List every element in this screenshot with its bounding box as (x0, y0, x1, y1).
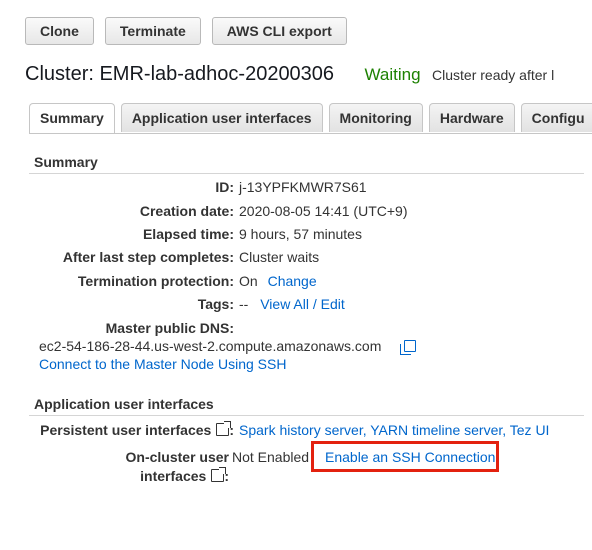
clone-button[interactable]: Clone (25, 17, 94, 45)
creation-date-row: Creation date: 2020-08-05 14:41 (UTC+9) (0, 201, 592, 221)
id-row: ID: j-13YPFKMWR7S61 (0, 177, 592, 197)
tags-label: Tags: (197, 296, 234, 312)
terminate-button[interactable]: Terminate (104, 17, 201, 45)
elapsed-time-value: 9 hours, 57 minutes (239, 226, 362, 242)
master-dns-label: Master public DNS: (105, 320, 234, 336)
master-dns-value-row: ec2-54-186-28-44.us-west-2.compute.amazo… (0, 336, 592, 356)
copy-icon[interactable] (400, 340, 416, 355)
elapsed-time-row: Elapsed time: 9 hours, 57 minutes (0, 224, 592, 244)
cluster-status-message: Cluster ready after l (432, 66, 555, 83)
on-cluster-ui-row: On-cluster user Not Enabled Enable an SS… (0, 447, 592, 467)
persistent-ui-label-group: Persistent user interfaces: (40, 420, 234, 440)
connect-ssh-link[interactable]: Connect to the Master Node Using SSH (39, 354, 286, 374)
tab-configurations[interactable]: Configu (520, 103, 592, 132)
termination-protection-value: On Change (239, 271, 317, 291)
tab-divider (29, 133, 592, 134)
termination-protection-row: Termination protection: On Change (0, 271, 592, 291)
on-cluster-ui-row-2: interfaces: (0, 466, 592, 486)
aws-cli-export-button[interactable]: AWS CLI export (211, 17, 347, 45)
master-dns-label-row: Master public DNS: (0, 318, 592, 338)
tab-summary[interactable]: Summary (29, 103, 115, 134)
tab-application-user-interfaces[interactable]: Application user interfaces (120, 103, 323, 132)
tags-value: -- View All / Edit (239, 294, 345, 314)
on-cluster-ui-value: Not Enabled (232, 449, 310, 465)
cluster-header: Cluster: EMR-lab-adhoc-20200306 Waiting … (25, 63, 554, 86)
summary-divider (29, 173, 584, 174)
tab-hardware[interactable]: Hardware (428, 103, 515, 132)
after-last-step-row: After last step completes: Cluster waits (0, 247, 592, 267)
highlight-annotation-box (311, 441, 499, 472)
termination-protection-state: On (239, 273, 258, 289)
after-last-step-label: After last step completes: (62, 249, 234, 265)
app-ui-divider (29, 415, 584, 416)
external-link-icon (216, 421, 232, 436)
id-label: ID: (215, 179, 234, 195)
tab-monitoring[interactable]: Monitoring (328, 103, 423, 132)
on-cluster-ui-label-2-group: interfaces: (140, 466, 229, 486)
view-edit-tags-link[interactable]: View All / Edit (260, 296, 345, 312)
after-last-step-value: Cluster waits (239, 249, 320, 265)
persistent-ui-label: Persistent user interfaces (40, 422, 212, 438)
master-dns-value: ec2-54-186-28-44.us-west-2.compute.amazo… (39, 338, 382, 354)
ssh-link-row: Connect to the Master Node Using SSH (0, 354, 592, 374)
on-cluster-ui-label-2: interfaces (140, 468, 207, 484)
external-link-icon (211, 467, 227, 482)
id-value: j-13YPFKMWR7S61 (239, 179, 367, 195)
change-termination-link[interactable]: Change (268, 273, 317, 289)
tags-row: Tags: -- View All / Edit (0, 294, 592, 314)
tags-empty-value: -- (239, 296, 249, 312)
creation-date-value: 2020-08-05 14:41 (UTC+9) (239, 203, 408, 219)
termination-protection-label: Termination protection: (77, 273, 234, 289)
cluster-toolbar: Clone Terminate AWS CLI export (25, 17, 347, 45)
summary-heading: Summary (34, 154, 98, 170)
persistent-ui-row: Persistent user interfaces: Spark histor… (0, 420, 592, 440)
persistent-ui-links[interactable]: Spark history server, YARN timeline serv… (239, 420, 549, 440)
cluster-status: Waiting (364, 64, 421, 84)
creation-date-label: Creation date: (139, 203, 234, 219)
page-title: Cluster: EMR-lab-adhoc-20200306 (25, 63, 335, 85)
app-ui-heading: Application user interfaces (34, 396, 214, 412)
elapsed-time-label: Elapsed time: (142, 226, 234, 242)
on-cluster-ui-label: On-cluster user (125, 449, 229, 465)
detail-tabs: Summary Application user interfaces Moni… (29, 103, 592, 134)
